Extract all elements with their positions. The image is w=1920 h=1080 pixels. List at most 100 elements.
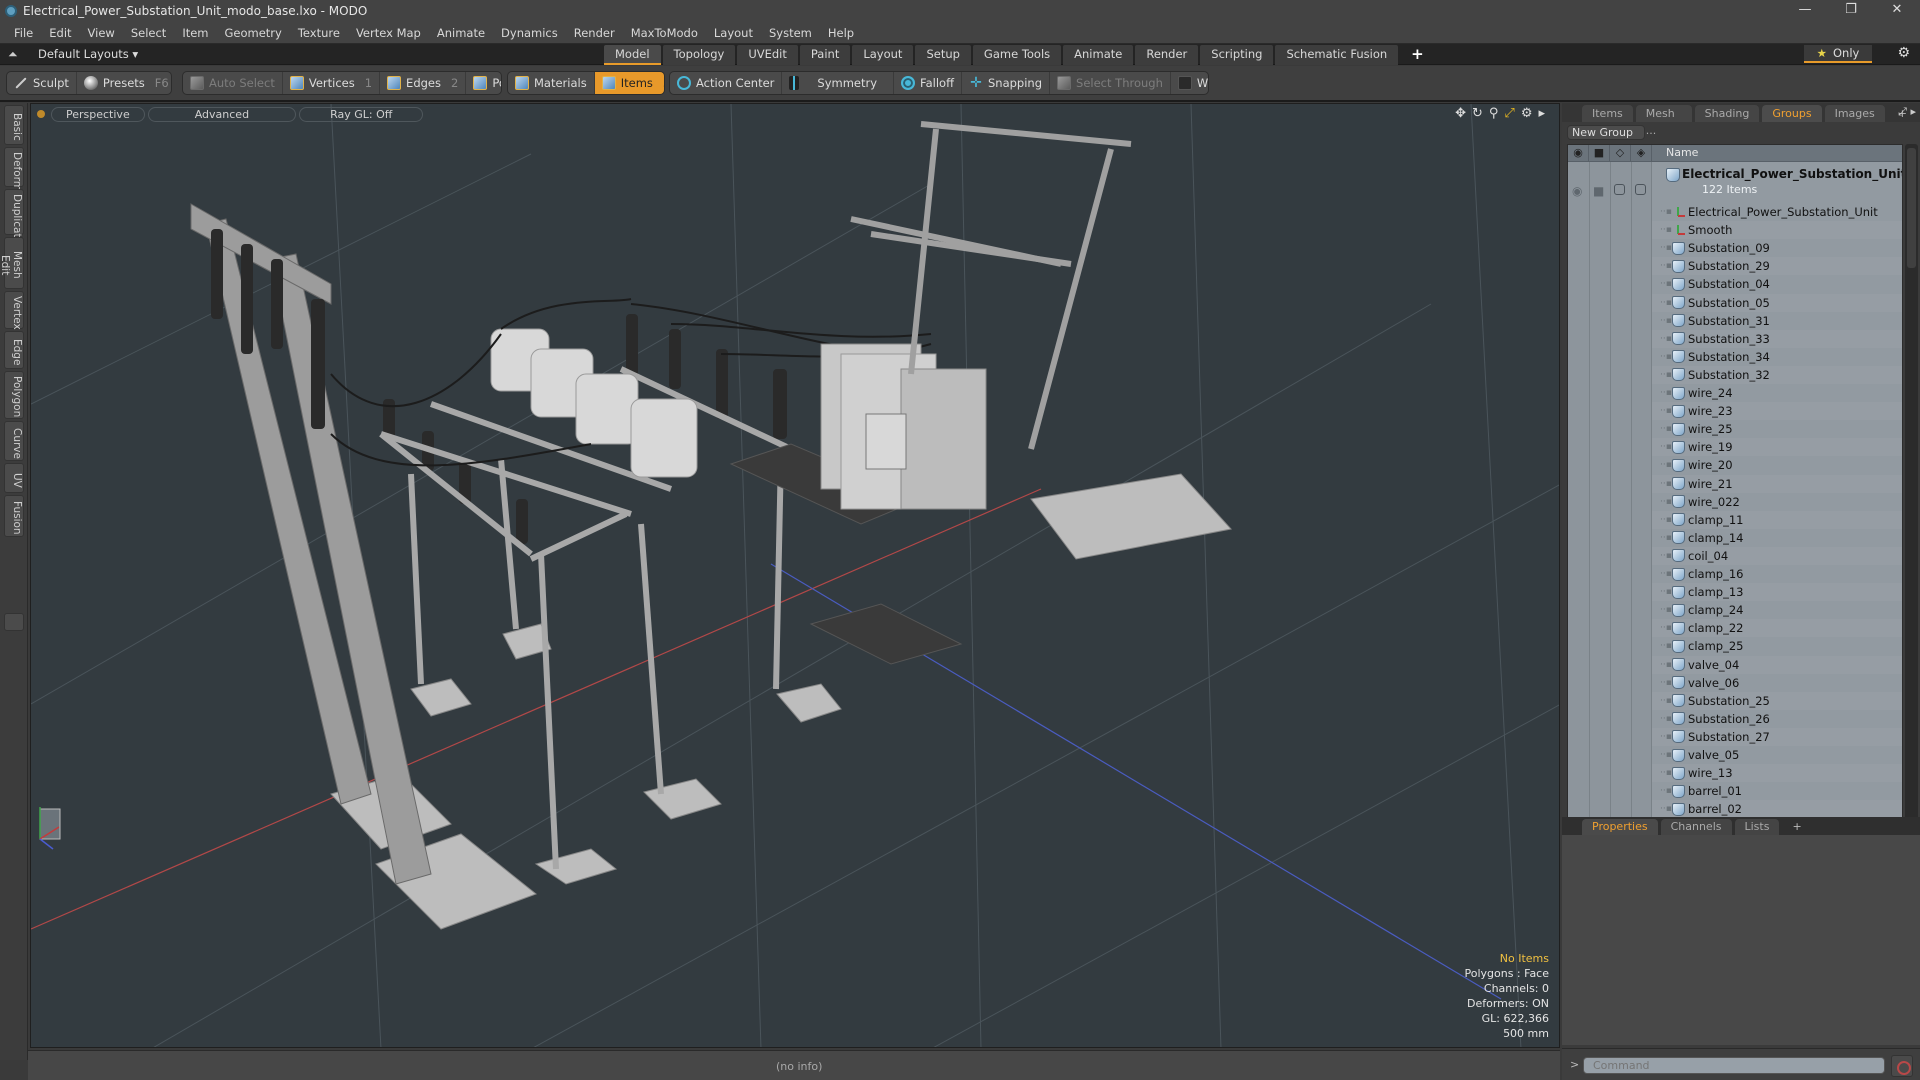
group-item-row[interactable]: ··▪ wire_21 bbox=[1652, 474, 1902, 493]
menu-system[interactable]: System bbox=[761, 26, 820, 40]
shading-mode-button[interactable]: Advanced bbox=[147, 106, 297, 122]
group-item-row[interactable]: ··▪ Substation_27 bbox=[1652, 727, 1902, 746]
panel-tab-shading[interactable]: Shading bbox=[1694, 105, 1760, 122]
group-item-row[interactable]: ··▪ wire_19 bbox=[1652, 438, 1902, 457]
group-item-row[interactable]: ··▪ Substation_09 bbox=[1652, 239, 1902, 257]
group-item-row[interactable]: ··▪ Electrical_Power_Substation_Unit bbox=[1652, 203, 1902, 221]
group-item-row[interactable]: ··▪ Substation_05 bbox=[1652, 293, 1902, 312]
menu-vertex-map[interactable]: Vertex Map bbox=[348, 26, 429, 40]
panel-tab-lists[interactable]: Lists bbox=[1734, 819, 1780, 835]
panel-tab-items[interactable]: Items bbox=[1582, 105, 1633, 122]
collapse-up-icon[interactable]: ⏶ bbox=[8, 47, 18, 62]
tool-tab-fusion[interactable]: Fusion bbox=[4, 495, 24, 537]
group-item-row[interactable]: ··▪ clamp_16 bbox=[1652, 565, 1902, 583]
render-column-icon[interactable]: ■ bbox=[1589, 145, 1610, 162]
panel-expand-icon[interactable]: ▸ bbox=[1910, 105, 1916, 118]
group-item-row[interactable]: ··▪ clamp_22 bbox=[1652, 619, 1902, 638]
group-item-row[interactable]: ··▪ Substation_26 bbox=[1652, 710, 1902, 728]
gear-icon[interactable]: ⚙ bbox=[1897, 45, 1910, 61]
menu-help[interactable]: Help bbox=[820, 26, 862, 40]
group-item-row[interactable]: ··▪ wire_24 bbox=[1652, 384, 1902, 402]
tool-tab-duplicate[interactable]: Duplicate bbox=[4, 189, 24, 244]
restore-button[interactable]: ❐ bbox=[1828, 0, 1874, 22]
group-item-row[interactable]: ··▪ Substation_31 bbox=[1652, 312, 1902, 330]
menu-geometry[interactable]: Geometry bbox=[217, 26, 290, 40]
group-item-row[interactable]: ··▪ Substation_34 bbox=[1652, 348, 1902, 366]
rotate-icon[interactable]: ↻ bbox=[1472, 106, 1483, 121]
menu-dynamics[interactable]: Dynamics bbox=[493, 26, 566, 40]
menu-item[interactable]: Item bbox=[174, 26, 216, 40]
visibility-column-icon[interactable]: ◉ bbox=[1568, 145, 1589, 162]
panel-tab-mesh[interactable]: Mesh ... bbox=[1635, 105, 1692, 137]
command-input[interactable] bbox=[1583, 1057, 1885, 1074]
panel-maximize-icon[interactable]: ⤢ bbox=[1898, 105, 1907, 118]
panel-tab-groups[interactable]: Groups bbox=[1762, 105, 1822, 122]
tab-topology[interactable]: Topology bbox=[662, 45, 736, 65]
group-item-row[interactable]: ··▪ Substation_33 bbox=[1652, 329, 1902, 348]
menu-select[interactable]: Select bbox=[123, 26, 174, 40]
only-toggle[interactable]: ★ Only bbox=[1804, 45, 1872, 63]
group-root-row[interactable]: Electrical_Power_Substation_Unit 122 Ite… bbox=[1652, 167, 1902, 203]
polygons-button[interactable]: Polygons bbox=[466, 72, 501, 94]
default-layouts-dropdown[interactable]: Default Layouts ▾ bbox=[38, 47, 138, 61]
tab-render[interactable]: Render bbox=[1135, 45, 1199, 65]
raygl-button[interactable]: Ray GL: Off bbox=[299, 106, 424, 122]
tab-schematic-fusion[interactable]: Schematic Fusion bbox=[1275, 45, 1399, 65]
edges-button[interactable]: Edges 2 bbox=[380, 72, 467, 94]
group-item-row[interactable]: ··▪ wire_25 bbox=[1652, 420, 1902, 438]
menu-animate[interactable]: Animate bbox=[429, 26, 493, 40]
menu-texture[interactable]: Texture bbox=[290, 26, 348, 40]
group-item-row[interactable]: ··▪ Substation_29 bbox=[1652, 257, 1902, 276]
tool-tab-curve[interactable]: Curve bbox=[4, 421, 24, 461]
record-macro-button[interactable] bbox=[1891, 1055, 1913, 1077]
group-item-row[interactable]: ··▪ clamp_14 bbox=[1652, 529, 1902, 547]
group-item-row[interactable]: ··▪ Substation_04 bbox=[1652, 275, 1902, 293]
action-center-button[interactable]: Action Center bbox=[670, 72, 783, 94]
tool-tab-basic[interactable]: Basic bbox=[4, 105, 24, 145]
group-item-row[interactable]: ··▪ coil_04 bbox=[1652, 546, 1902, 565]
group-item-row[interactable]: ··▪ clamp_13 bbox=[1652, 583, 1902, 602]
tab-scripting[interactable]: Scripting bbox=[1200, 45, 1274, 65]
menu-maxtomodo[interactable]: MaxToModo bbox=[623, 26, 706, 40]
select-through-button[interactable]: Select Through bbox=[1050, 72, 1171, 94]
groups-scrollbar[interactable] bbox=[1905, 144, 1918, 913]
lock-column-icon[interactable]: ◇ bbox=[1610, 145, 1631, 162]
items-button[interactable]: Items 5 bbox=[594, 72, 664, 94]
tab-paint[interactable]: Paint bbox=[799, 45, 851, 65]
pan-icon[interactable]: ✥ bbox=[1455, 106, 1466, 121]
tool-tab-edge[interactable]: Edge bbox=[4, 331, 24, 369]
falloff-button[interactable]: Falloff bbox=[894, 72, 962, 94]
symmetry-button[interactable]: Symmetry bbox=[782, 72, 895, 94]
group-item-row[interactable]: ··▪ wire_022 bbox=[1652, 493, 1902, 511]
tool-tab-polygon[interactable]: Polygon bbox=[4, 371, 24, 419]
panel-tab-images[interactable]: Images bbox=[1824, 105, 1885, 122]
minimize-button[interactable]: — bbox=[1782, 0, 1828, 22]
menu-file[interactable]: File bbox=[6, 26, 41, 40]
new-group-button[interactable]: New Group bbox=[1567, 125, 1645, 140]
group-item-row[interactable]: ··▪ Smooth bbox=[1652, 221, 1902, 240]
group-item-row[interactable]: ··▪ wire_13 bbox=[1652, 764, 1902, 783]
name-column-header[interactable]: Name bbox=[1666, 146, 1698, 159]
group-item-row[interactable]: ··▪ barrel_01 bbox=[1652, 782, 1902, 800]
add-properties-tab-button[interactable]: + bbox=[1782, 819, 1811, 835]
group-item-row[interactable]: ··▪ Substation_25 bbox=[1652, 691, 1902, 710]
zoom-icon[interactable]: ⚲ bbox=[1489, 106, 1499, 121]
tool-tab-mesh-edit[interactable]: Mesh Edit bbox=[0, 237, 24, 289]
tab-setup[interactable]: Setup bbox=[915, 45, 971, 65]
tool-palette-toggle[interactable] bbox=[4, 613, 24, 631]
select-column-icon[interactable]: ◈ bbox=[1631, 145, 1652, 162]
workplane-button[interactable]: WorkPlane bbox=[1171, 72, 1208, 94]
tool-tab-deform[interactable]: Deform bbox=[4, 147, 24, 191]
menu-render[interactable]: Render bbox=[566, 26, 623, 40]
menu-view[interactable]: View bbox=[80, 26, 123, 40]
group-item-row[interactable]: ··▪ clamp_24 bbox=[1652, 601, 1902, 619]
group-item-row[interactable]: ··▪ barrel_02 bbox=[1652, 800, 1902, 819]
group-item-row[interactable]: ··▪ valve_05 bbox=[1652, 746, 1902, 764]
scrollbar-thumb[interactable] bbox=[1907, 148, 1916, 268]
auto-select-button[interactable]: Auto Select bbox=[183, 72, 283, 94]
group-item-row[interactable]: ··▪ Substation_32 bbox=[1652, 365, 1902, 384]
view-mode-button[interactable]: Perspective bbox=[51, 106, 145, 122]
tab-uvedit[interactable]: UVEdit bbox=[737, 45, 798, 65]
root-lock-toggle[interactable] bbox=[1614, 184, 1625, 198]
group-item-row[interactable]: ··▪ clamp_11 bbox=[1652, 510, 1902, 529]
